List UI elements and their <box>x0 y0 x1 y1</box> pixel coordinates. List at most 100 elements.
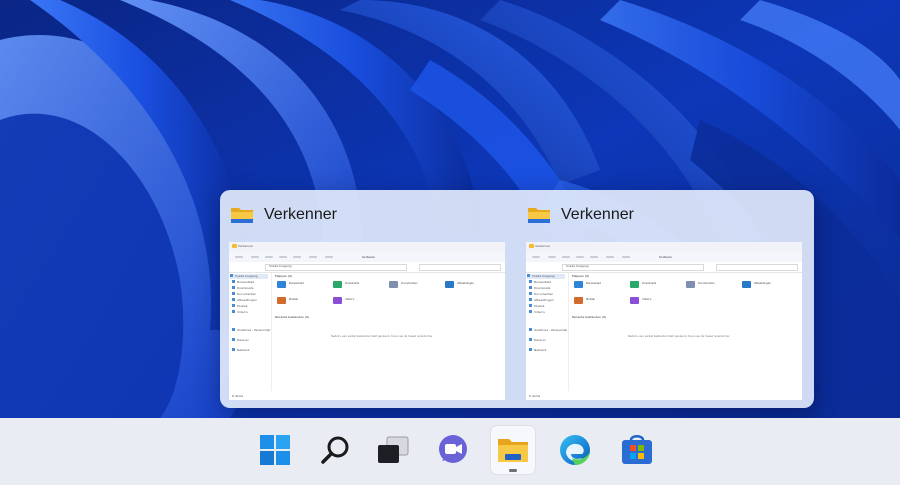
mini-folder-icon <box>630 281 639 288</box>
mini-tab-label: Verkenner <box>238 244 254 248</box>
mini-folder-label: Documenten <box>698 282 715 285</box>
mini-toolbar-button <box>325 256 333 258</box>
file-explorer-button[interactable] <box>491 426 535 474</box>
nav-item-icon <box>232 286 235 289</box>
window-thumbnail-1[interactable]: Verkenner Verkenner Sorteren Snelle toegan… <box>220 190 517 408</box>
task-view-icon <box>378 436 409 463</box>
mini-toolbar-button <box>251 256 259 258</box>
mini-nav-item: Video's <box>529 310 545 315</box>
teams-chat-icon <box>439 435 467 463</box>
mini-nav-item: Muziek <box>232 304 247 309</box>
mini-toolbar-button <box>309 256 317 258</box>
mini-folder-label: Afbeeldingen <box>457 282 475 285</box>
nav-item-icon <box>529 286 532 289</box>
mini-folder-label: Afbeeldingen <box>754 282 772 285</box>
mini-nav-item: OneDrive - Persoonlijk <box>529 328 567 333</box>
mini-sort-label: Sorteren <box>659 255 672 259</box>
mini-nav-item: Video's <box>232 310 248 315</box>
window-thumbnail-image: Verkenner Sorteren Snelle toegang Snelle to… <box>526 242 802 400</box>
mini-content: Mappen (6) Bureaublad Downloads Documenten A… <box>572 273 798 391</box>
mini-command-bar: Sorteren <box>526 252 802 262</box>
nav-item-icon <box>232 338 235 341</box>
mini-nav-item: Bureaublad <box>529 280 551 285</box>
mini-nav-item: Netwerk <box>529 348 547 353</box>
mini-folder-icon <box>333 297 342 304</box>
mini-nav-item: Bureaublad <box>232 280 254 285</box>
mini-address-bar: Snelle toegang <box>229 262 505 273</box>
mini-empty-message: Nadat u een aantal bestanden hebt geopen… <box>628 335 731 338</box>
edge-browser-button[interactable] <box>553 426 597 474</box>
mini-toolbar-button <box>562 256 570 258</box>
folder-icon <box>529 244 534 248</box>
mini-folder-label: Downloads <box>345 282 360 285</box>
mini-folder-icon <box>277 281 286 288</box>
mini-folder-icon <box>277 297 286 304</box>
microsoft-store-button[interactable] <box>615 426 659 474</box>
mini-nav-item: Afbeeldingen <box>529 298 554 303</box>
mini-folder-icon <box>686 281 695 288</box>
mini-nav-item: Snelle toegang <box>527 274 565 279</box>
mini-folder-icon <box>574 297 583 304</box>
mini-status-bar: 6 items <box>529 394 541 398</box>
mini-toolbar-button <box>235 256 243 258</box>
window-title: Verkenner <box>264 206 337 223</box>
window-title: Verkenner <box>561 206 634 223</box>
nav-item-icon <box>529 328 532 331</box>
mini-sort-label: Sorteren <box>362 255 375 259</box>
mini-titlebar: Verkenner <box>229 242 505 252</box>
mini-search-box <box>419 264 501 271</box>
nav-item-icon <box>529 348 532 351</box>
mini-toolbar-button <box>622 256 630 258</box>
mini-nav-item: Documenten <box>232 292 256 297</box>
taskbar <box>0 418 900 485</box>
window-thumbnail-2[interactable]: Verkenner Verkenner Sorteren Snelle toegan… <box>517 190 814 408</box>
mini-titlebar: Verkenner <box>526 242 802 252</box>
mini-toolbar-button <box>606 256 614 258</box>
mini-folder-label: Muziek <box>586 298 596 301</box>
thumbnail-header: Verkenner <box>230 204 337 226</box>
nav-item-icon <box>529 298 532 301</box>
mini-toolbar-button <box>293 256 301 258</box>
windows-start-icon <box>260 435 290 465</box>
mini-toolbar-button <box>532 256 540 258</box>
mini-address-bar: Snelle toegang <box>526 262 802 273</box>
mini-nav-item: Deze pc <box>232 338 249 343</box>
file-explorer-folder-icon <box>231 208 253 223</box>
nav-item-icon <box>232 298 235 301</box>
mini-path: Snelle toegang <box>566 264 589 268</box>
mini-folder-label: Video's <box>345 298 355 301</box>
nav-item-icon <box>527 274 530 277</box>
mini-content: Mappen (6) Bureaublad Downloads Documenten A… <box>275 273 501 391</box>
nav-item-icon <box>529 280 532 283</box>
nav-item-icon <box>529 292 532 295</box>
teams-chat-button[interactable] <box>431 426 475 474</box>
mini-search-box <box>716 264 798 271</box>
mini-nav-item: OneDrive - Persoonlijk <box>232 328 270 333</box>
nav-item-icon <box>529 338 532 341</box>
mini-nav-item: Downloads <box>232 286 253 291</box>
mini-folder-label: Muziek <box>289 298 299 301</box>
nav-item-icon <box>529 310 532 313</box>
running-indicator <box>509 469 517 472</box>
mini-folder-icon <box>574 281 583 288</box>
nav-item-icon <box>230 274 233 277</box>
mini-toolbar-button <box>279 256 287 258</box>
mini-folder-icon <box>333 281 342 288</box>
mini-toolbar-button <box>590 256 598 258</box>
mini-toolbar-button <box>548 256 556 258</box>
task-view-button[interactable] <box>371 426 415 474</box>
window-thumbnail-image: Verkenner Sorteren Snelle toegang Snelle to… <box>229 242 505 400</box>
mini-folder-icon <box>389 281 398 288</box>
search-button[interactable] <box>313 426 357 474</box>
mini-toolbar-button <box>265 256 273 258</box>
mini-folder-label: Bureaublad <box>586 282 601 285</box>
mini-section-folders: Mappen (6) <box>275 274 293 278</box>
mini-command-bar: Sorteren <box>229 252 505 262</box>
mini-navigation-pane: Snelle toegang Bureaublad Downloads Documen… <box>526 273 569 391</box>
mini-folder-icon <box>445 281 454 288</box>
nav-item-icon <box>529 304 532 307</box>
mini-tab-label: Verkenner <box>535 244 551 248</box>
start-button[interactable] <box>253 426 297 474</box>
mini-nav-item: Downloads <box>529 286 550 291</box>
mini-folder-label: Bureaublad <box>289 282 304 285</box>
